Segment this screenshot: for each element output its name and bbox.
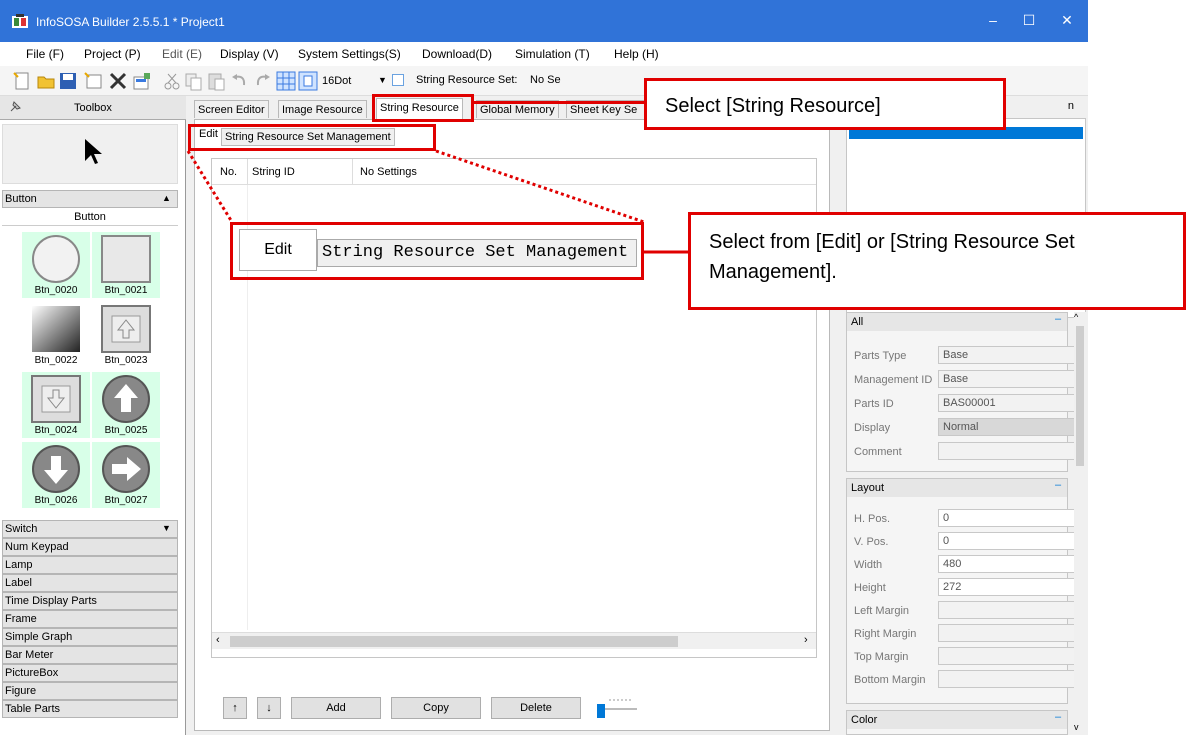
callout-select-from: Select from [Edit] or [String Resource S…: [688, 212, 1186, 310]
callout-select-from-text: Select from [Edit] or [String Resource S…: [709, 231, 1075, 283]
dotted-guides: [186, 149, 688, 254]
